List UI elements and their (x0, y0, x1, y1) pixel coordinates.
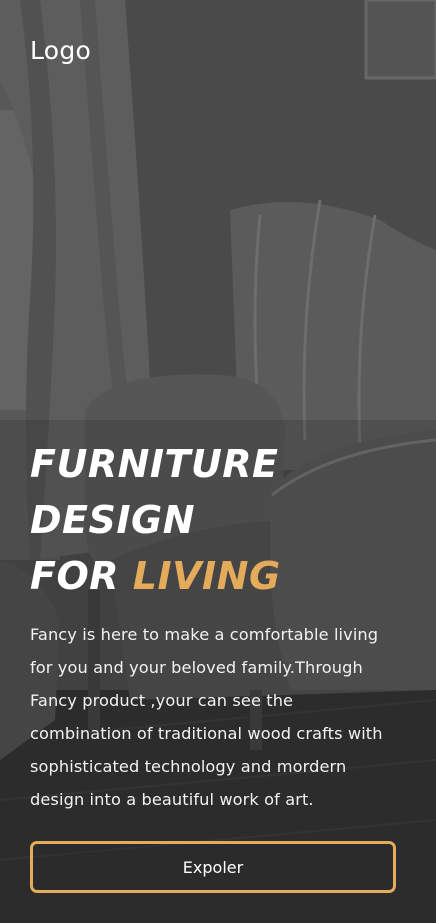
description-line: sophisticated technology and mordern (30, 757, 347, 776)
hero-description: Fancy is here to make a comfortable livi… (30, 618, 410, 816)
title-line-3: FOR LIVING (30, 548, 281, 604)
description-line: Fancy is here to make a comfortable livi… (30, 625, 379, 644)
description-line: Fancy product ,your can see the (30, 691, 294, 710)
title-accent-living: LIVING (132, 554, 281, 598)
hero-title: FURNITURE DESIGN FOR LIVING (30, 436, 281, 604)
explore-button[interactable]: Expoler (30, 841, 396, 893)
hero-screen: Logo FURNITURE DESIGN FOR LIVING Fancy i… (0, 0, 436, 923)
title-line-1: FURNITURE (30, 442, 279, 486)
description-line: combination of traditional wood crafts w… (30, 724, 383, 743)
title-line-3-prefix: FOR (30, 554, 133, 598)
description-line: design into a beautiful work of art. (30, 790, 314, 809)
title-line-2: DESIGN (30, 498, 196, 542)
logo[interactable]: Logo (30, 36, 91, 65)
description-line: for you and your beloved family.Through (30, 658, 363, 677)
